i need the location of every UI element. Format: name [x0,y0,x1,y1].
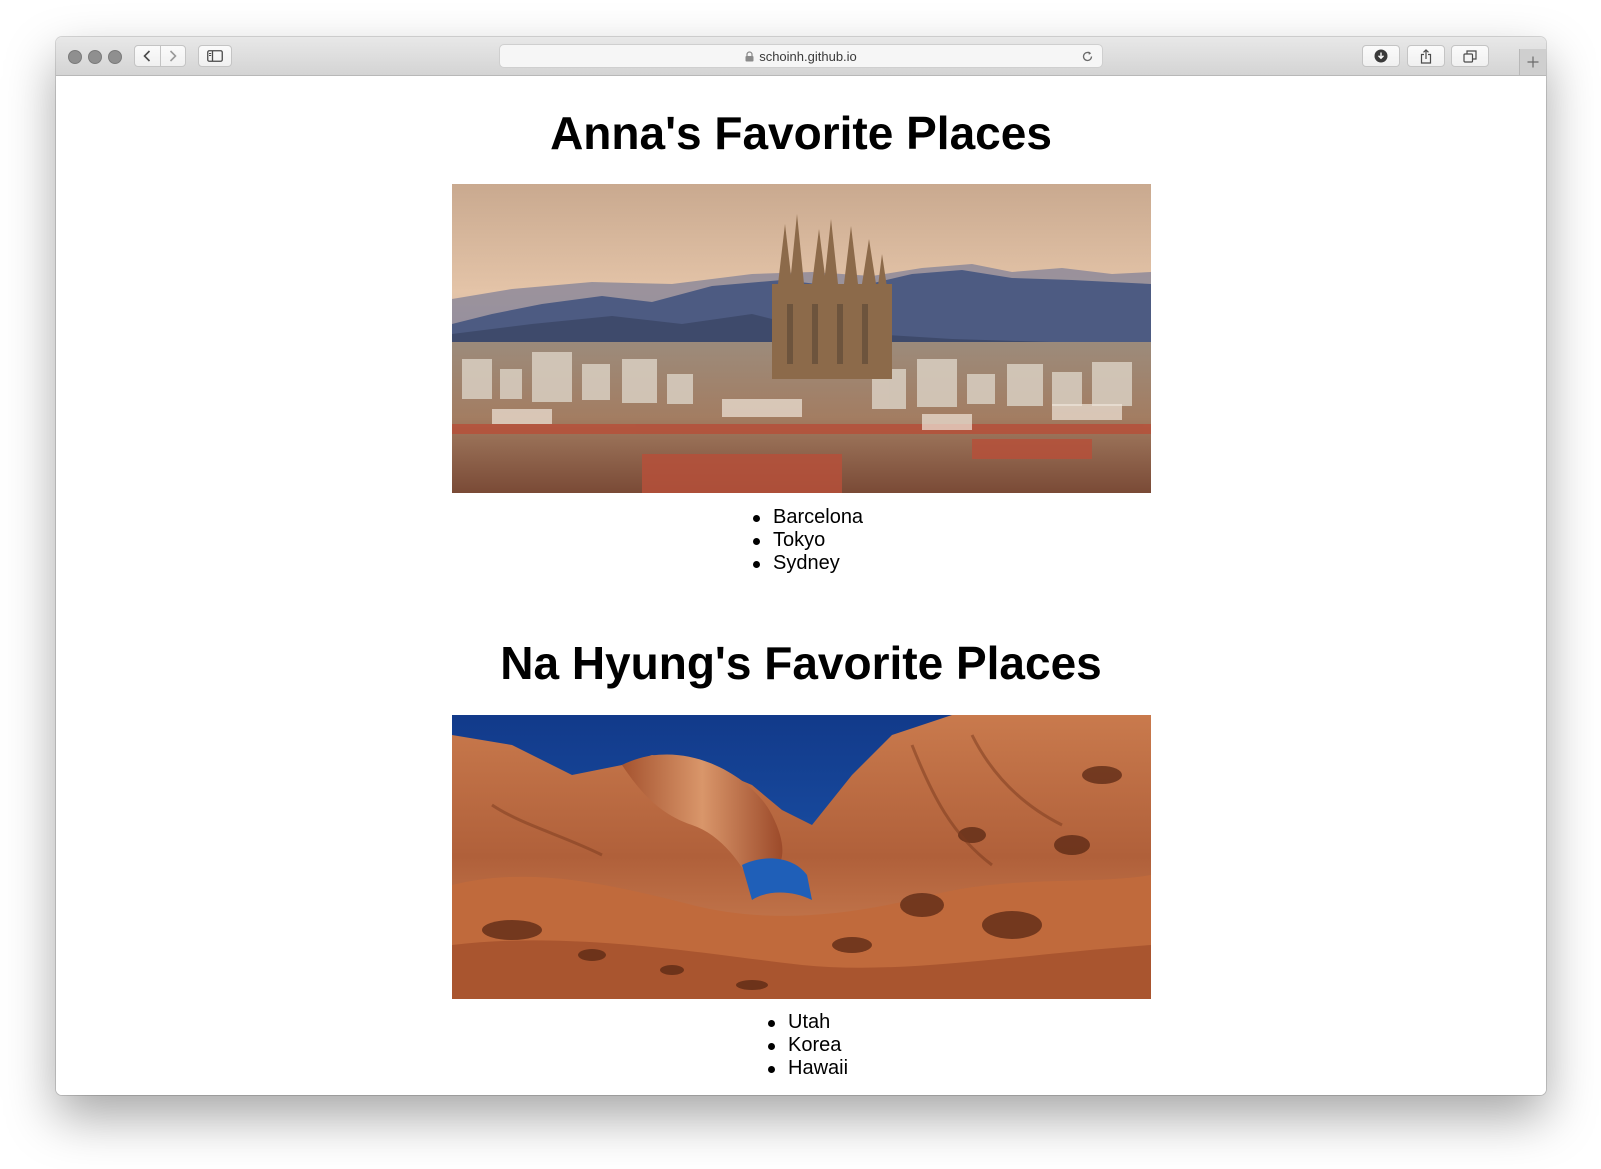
anna-places-list: Barcelona Tokyo Sydney [752,506,864,575]
tabs-icon [1463,49,1477,63]
utah-arch-image [452,715,1151,999]
page-content: Anna's Favorite Places Barcelona Tokyo S… [56,76,1546,1095]
share-button[interactable] [1407,45,1445,67]
barcelona-photo [452,184,1151,493]
list-item: Barcelona [752,506,864,528]
zoom-window-button[interactable] [108,50,122,64]
list-item: Hawaii [767,1057,849,1079]
reload-icon [1082,50,1092,61]
back-button[interactable] [135,46,160,66]
list-item: Korea [767,1034,848,1057]
chevron-left-icon [143,50,151,62]
list-item: Sydney [752,552,863,575]
minimize-window-button[interactable] [88,50,102,64]
barcelona-skyline-image [452,184,1151,493]
share-icon [1420,48,1432,64]
browser-window: schoinh.github.io Anna's Favorite Places… [56,37,1546,1095]
list-item: Utah [767,1011,848,1034]
downloads-button[interactable] [1362,45,1400,67]
browser-toolbar: schoinh.github.io [56,37,1546,76]
section-heading-anna: Anna's Favorite Places [550,107,1052,159]
sidebar-toggle-button[interactable] [198,45,232,67]
sidebar-icon [207,50,223,62]
close-window-button[interactable] [68,50,82,64]
chevron-right-icon [169,50,177,62]
forward-button[interactable] [159,46,186,66]
utah-photo [452,715,1151,999]
na-hyung-places-list: Utah Korea Hawaii [767,1011,849,1080]
plus-icon [1527,56,1539,68]
download-icon [1374,49,1388,63]
reload-button[interactable] [1080,49,1094,63]
section-heading-na-hyung: Na Hyung's Favorite Places [500,637,1102,689]
address-bar[interactable]: schoinh.github.io [499,44,1103,68]
list-item: Tokyo [752,529,863,552]
tabs-overview-button[interactable] [1451,45,1489,67]
address-url: schoinh.github.io [759,48,857,64]
history-navigation [134,45,186,67]
new-tab-button[interactable] [1519,49,1546,75]
lock-icon [745,50,754,61]
